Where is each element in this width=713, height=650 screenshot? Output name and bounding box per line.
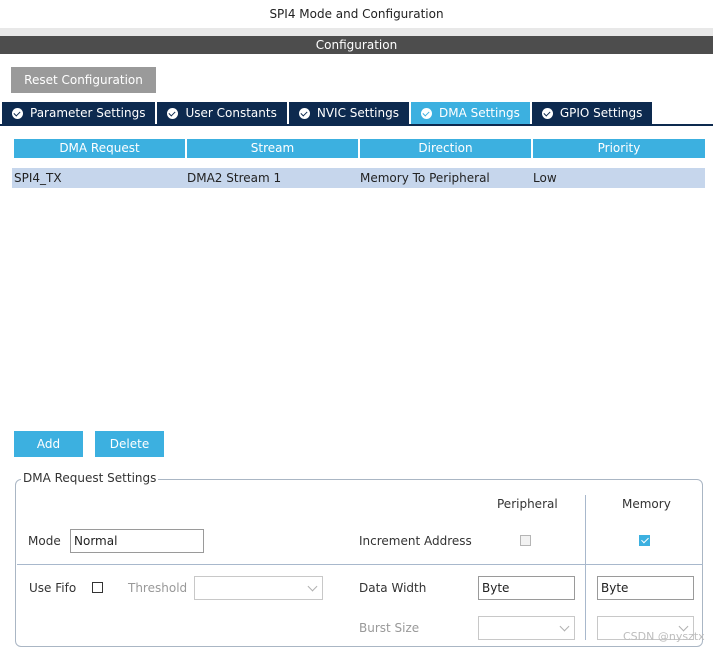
column-header-direction[interactable]: Direction (360, 139, 531, 158)
tab-gpio-settings[interactable]: GPIO Settings (531, 102, 653, 124)
tab-label: NVIC Settings (316, 106, 399, 120)
data-width-label: Data Width (359, 581, 427, 595)
column-header-priority[interactable]: Priority (533, 139, 705, 158)
use-fifo-label: Use Fifo (29, 581, 77, 595)
configuration-header: Configuration (0, 36, 713, 54)
column-divider (585, 495, 586, 640)
check-circle-icon (167, 107, 179, 119)
increment-address-label: Increment Address (359, 534, 472, 548)
chevron-down-icon (307, 581, 318, 592)
mode-label: Mode (28, 534, 61, 548)
tab-label: User Constants (185, 106, 277, 120)
tab-label: GPIO Settings (559, 106, 643, 120)
tab-label: Parameter Settings (30, 106, 146, 120)
burst-size-peripheral-select[interactable] (478, 616, 575, 640)
data-width-peripheral-select[interactable]: Byte (478, 576, 575, 600)
chevron-down-icon (559, 621, 570, 632)
peripheral-header: Peripheral (497, 497, 558, 511)
data-width-memory-select[interactable]: Byte (597, 576, 694, 600)
increment-peripheral-checkbox[interactable] (520, 535, 531, 546)
dma-request-settings-legend: DMA Request Settings (21, 471, 159, 485)
window-title: SPI4 Mode and Configuration (269, 7, 444, 21)
tab-parameter-settings[interactable]: Parameter Settings (2, 102, 156, 124)
memory-header: Memory (622, 497, 671, 511)
cell-direction: Memory To Peripheral (360, 171, 490, 185)
watermark: CSDN @nysztx (623, 630, 705, 643)
table-row[interactable]: SPI4_TX DMA2 Stream 1 Memory To Peripher… (12, 168, 705, 188)
check-circle-icon (420, 107, 432, 119)
cell-priority: Low (533, 171, 557, 185)
row-divider (17, 564, 703, 565)
dma-table-header: DMA Request Stream Direction Priority (14, 139, 705, 158)
burst-size-label: Burst Size (359, 621, 420, 635)
tab-underline (0, 124, 713, 126)
check-circle-icon (541, 107, 553, 119)
cell-dma-request: SPI4_TX (14, 171, 62, 185)
add-button[interactable]: Add (14, 431, 83, 457)
mode-field[interactable]: Normal (70, 529, 204, 553)
tab-label: DMA Settings (438, 106, 520, 120)
increment-memory-checkbox[interactable] (639, 535, 650, 546)
tab-dma-settings[interactable]: DMA Settings (410, 102, 530, 124)
tab-user-constants[interactable]: User Constants (157, 102, 287, 124)
title-divider (0, 28, 713, 36)
threshold-label: Threshold (128, 581, 188, 595)
reset-configuration-button[interactable]: Reset Configuration (11, 67, 156, 93)
column-header-stream[interactable]: Stream (187, 139, 358, 158)
use-fifo-checkbox[interactable] (92, 582, 103, 593)
check-circle-icon (12, 107, 23, 119)
delete-button[interactable]: Delete (95, 431, 164, 457)
tab-bar: Parameter Settings User Constants NVIC S… (2, 102, 654, 124)
check-circle-icon (298, 107, 310, 119)
threshold-select[interactable] (194, 576, 323, 600)
column-header-dma-request[interactable]: DMA Request (14, 139, 185, 158)
tab-nvic-settings[interactable]: NVIC Settings (288, 102, 409, 124)
cell-stream: DMA2 Stream 1 (187, 171, 282, 185)
